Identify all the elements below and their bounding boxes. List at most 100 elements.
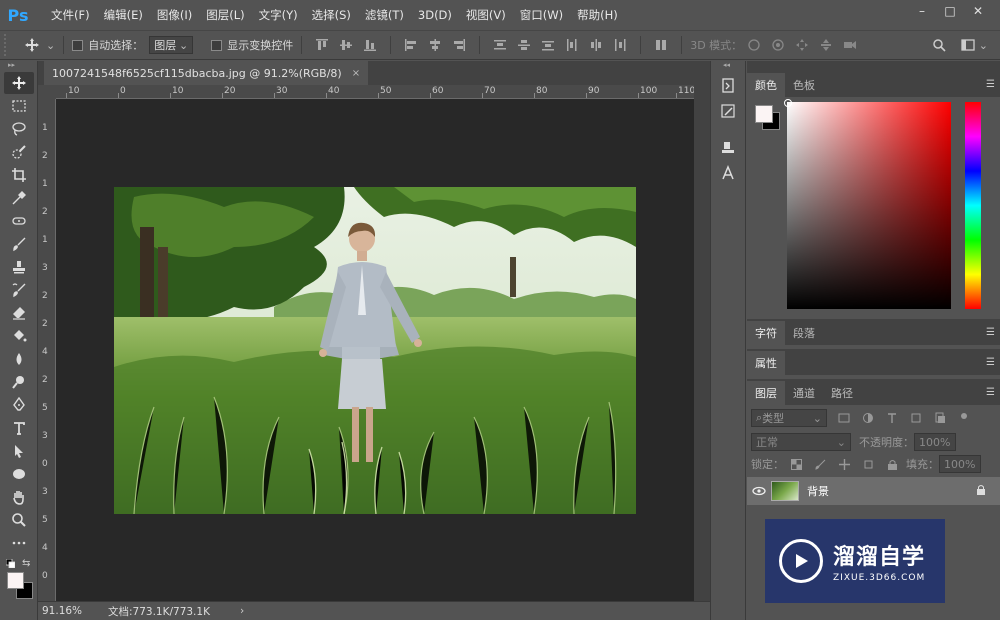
minimize-button[interactable]: – — [908, 2, 936, 20]
canvas-area[interactable] — [56, 99, 694, 601]
ruler-corner[interactable] — [38, 85, 56, 99]
show-transform-checkbox[interactable]: 显示变换控件 — [211, 37, 293, 53]
fill-input[interactable]: 100% — [939, 455, 981, 473]
quick-select-tool[interactable] — [4, 141, 34, 163]
blend-mode-select[interactable]: 正常 ⌄ — [751, 433, 851, 451]
type-tool[interactable] — [4, 417, 34, 439]
vertical-ruler[interactable]: 1 2 1 2 1 3 2 2 4 2 5 3 0 3 5 4 0 — [38, 99, 56, 601]
lock-position-icon[interactable] — [837, 457, 851, 471]
panels-collapse-bar[interactable] — [747, 61, 1000, 71]
blur-tool[interactable] — [4, 348, 34, 370]
3d-roll-icon[interactable] — [771, 38, 785, 52]
more-tools[interactable] — [4, 532, 34, 554]
align-left-icon[interactable] — [404, 38, 418, 52]
auto-select-checkbox[interactable]: 自动选择： — [72, 37, 143, 53]
filter-shape-icon[interactable] — [909, 411, 923, 425]
shape-tool[interactable] — [4, 463, 34, 485]
distribute-bottom-icon[interactable] — [541, 38, 555, 52]
filter-pixel-icon[interactable] — [837, 411, 851, 425]
swap-colors-icon[interactable]: ⇆ — [22, 558, 30, 569]
search-icon[interactable] — [932, 38, 946, 52]
hand-tool[interactable] — [4, 486, 34, 508]
menu-filter[interactable]: 滤镜(T) — [358, 0, 411, 30]
tab-paragraph[interactable]: 段落 — [785, 321, 823, 345]
align-right-icon[interactable] — [452, 38, 466, 52]
panel-menu-icon[interactable]: ☰ — [986, 357, 995, 368]
status-menu-arrow[interactable]: › — [240, 605, 244, 617]
menu-file[interactable]: 文件(F) — [44, 0, 97, 30]
tab-character[interactable]: 字符 — [747, 321, 785, 345]
align-bottom-icon[interactable] — [363, 38, 377, 52]
eraser-tool[interactable] — [4, 302, 34, 324]
tab-swatches[interactable]: 色板 — [785, 73, 823, 97]
menu-3d[interactable]: 3D(D) — [411, 0, 459, 30]
3d-pan-icon[interactable] — [795, 38, 809, 52]
crop-tool[interactable] — [4, 164, 34, 186]
panel-menu-icon[interactable]: ☰ — [986, 79, 995, 90]
color-saturation-field[interactable] — [787, 102, 951, 309]
marquee-tool[interactable] — [4, 95, 34, 117]
document-image[interactable] — [114, 187, 636, 514]
default-colors-icon[interactable] — [5, 558, 16, 569]
align-vcenter-icon[interactable] — [339, 38, 353, 52]
eyedropper-tool[interactable] — [4, 187, 34, 209]
lock-artboard-icon[interactable] — [861, 457, 875, 471]
move-tool[interactable] — [4, 72, 34, 94]
menu-layer[interactable]: 图层(L) — [199, 0, 251, 30]
tab-paths[interactable]: 路径 — [823, 381, 861, 405]
distribute-hcenter-icon[interactable] — [589, 38, 603, 52]
dodge-tool[interactable] — [4, 371, 34, 393]
panel-menu-icon[interactable]: ☰ — [986, 387, 995, 398]
color-picker-knob[interactable] — [784, 99, 792, 107]
brush-settings-icon[interactable] — [717, 101, 741, 123]
healing-brush-tool[interactable] — [4, 210, 34, 232]
align-top-icon[interactable] — [315, 38, 329, 52]
3d-slide-icon[interactable] — [819, 38, 833, 52]
filter-toggle-icon[interactable] — [957, 411, 971, 425]
clone-stamp-tool[interactable] — [4, 256, 34, 278]
close-tab-icon[interactable]: × — [352, 68, 360, 79]
zoom-tool[interactable] — [4, 509, 34, 531]
document-scrollbar[interactable] — [694, 85, 710, 601]
clone-source-icon[interactable] — [717, 137, 741, 159]
horizontal-ruler[interactable]: 10 0 10 20 30 40 50 60 70 80 90 100 110 — [56, 85, 695, 99]
filter-adjustment-icon[interactable] — [861, 411, 875, 425]
menu-window[interactable]: 窗口(W) — [513, 0, 570, 30]
menu-view[interactable]: 视图(V) — [459, 0, 513, 30]
menu-select[interactable]: 选择(S) — [305, 0, 358, 30]
menu-help[interactable]: 帮助(H) — [570, 0, 625, 30]
filter-type-icon[interactable] — [885, 411, 899, 425]
panel-menu-icon[interactable]: ☰ — [986, 327, 995, 338]
distribute-left-icon[interactable] — [565, 38, 579, 52]
lock-transparent-icon[interactable] — [789, 457, 803, 471]
tab-properties[interactable]: 属性 — [747, 351, 785, 375]
tab-color[interactable]: 颜色 — [747, 73, 785, 97]
tab-channels[interactable]: 通道 — [785, 381, 823, 405]
brush-tool[interactable] — [4, 233, 34, 255]
paint-bucket-tool[interactable] — [4, 325, 34, 347]
options-grip[interactable] — [4, 34, 10, 56]
distribute-top-icon[interactable] — [493, 38, 507, 52]
align-hcenter-icon[interactable] — [428, 38, 442, 52]
distribute-vcenter-icon[interactable] — [517, 38, 531, 52]
pen-tool[interactable] — [4, 394, 34, 416]
toolbar-collapse-icon[interactable]: ▸▸ — [0, 61, 37, 71]
maximize-button[interactable]: □ — [936, 2, 964, 20]
workspace-icon[interactable] — [961, 38, 975, 52]
menu-edit[interactable]: 编辑(E) — [97, 0, 150, 30]
zoom-level-field[interactable]: 91.16% — [38, 605, 82, 617]
foreground-color-swatch[interactable] — [7, 572, 24, 589]
character-panel-icon[interactable] — [717, 163, 741, 185]
layer-row-background[interactable]: 背景 — [747, 477, 1000, 505]
opacity-input[interactable]: 100% — [914, 433, 956, 451]
tab-layers[interactable]: 图层 — [747, 381, 785, 405]
document-tab[interactable]: 1007241548f6525cf115dbacba.jpg @ 91.2%(R… — [44, 61, 369, 85]
eye-icon[interactable] — [747, 486, 771, 496]
3d-rotate-icon[interactable] — [747, 38, 761, 52]
path-select-tool[interactable] — [4, 440, 34, 462]
history-brush-tool[interactable] — [4, 279, 34, 301]
menu-image[interactable]: 图像(I) — [150, 0, 199, 30]
dock-collapse-icon[interactable]: ◂◂ — [711, 61, 745, 71]
3d-camera-icon[interactable] — [843, 38, 857, 52]
menu-type[interactable]: 文字(Y) — [252, 0, 305, 30]
